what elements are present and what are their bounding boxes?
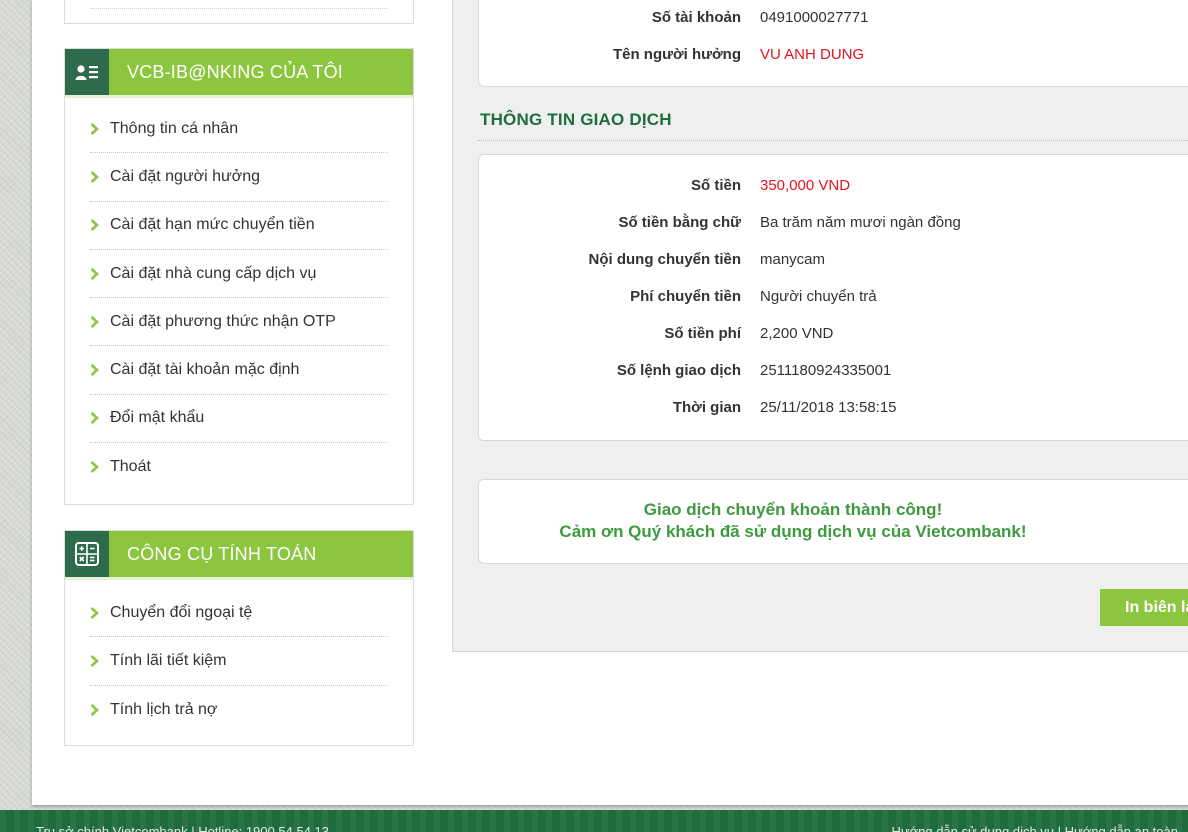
- menu-item-label: Đổi mật khẩu: [110, 409, 205, 427]
- account-number-label: Số tài khoản: [651, 9, 741, 26]
- tools-header: CÔNG CỤ TÍNH TOÁN: [65, 531, 413, 580]
- fee-amount-label: Số tiền phí: [664, 325, 741, 342]
- chevron-right-icon: [90, 219, 99, 232]
- menu-item-label: Cài đặt người hưởng: [110, 167, 261, 185]
- menu-item-label: Tính lãi tiết kiệm: [110, 651, 227, 669]
- tools-title: CÔNG CỤ TÍNH TOÁN: [127, 543, 317, 564]
- amount-words-value: Ba trăm năm mươi ngàn đồng: [760, 214, 961, 231]
- success-line-1: Giao dịch chuyển khoản thành công!: [643, 500, 943, 519]
- success-message-box: Giao dịch chuyển khoản thành công! Cảm ơ…: [478, 479, 1188, 564]
- row-transfer-content: Nội dung chuyển tiền manycam: [479, 251, 1188, 271]
- transfer-fee-label: Phí chuyển tiền: [630, 288, 741, 305]
- transaction-card: Số tiền 350,000 VND Số tiền bằng chữ Ba …: [478, 154, 1188, 441]
- menu-item-otp-method[interactable]: Cài đặt phương thức nhận OTP: [90, 298, 388, 347]
- footer-left-text: Trụ sở chính Vietcombank | Hotline: 1900…: [36, 824, 330, 832]
- chevron-right-icon: [90, 461, 99, 474]
- section-divider: [478, 140, 1188, 141]
- success-line-2: Cảm ơn Quý khách đã sử dụng dịch vụ của …: [559, 522, 1027, 541]
- menu-item-label: Tính lịch trả nợ: [110, 700, 218, 718]
- my-account-header: VCB-IB@NKING CỦA TÔI: [65, 49, 413, 98]
- my-account-menu: Thông tin cá nhân Cài đặt người hưởng Cà…: [65, 95, 413, 501]
- footer-right-links[interactable]: Hướng dẫn sử dụng dịch vụ | Hướng dẫn an…: [892, 824, 1179, 832]
- row-transaction-number: Số lệnh giao dịch 2511180924335001: [479, 362, 1188, 382]
- chevron-right-icon: [90, 654, 99, 667]
- beneficiary-card: Số tài khoản 0491000027771 Tên người hưở…: [478, 0, 1188, 87]
- chevron-right-icon: [90, 267, 99, 280]
- menu-item-transfer-limit[interactable]: Cài đặt hạn mức chuyển tiền: [90, 202, 388, 250]
- menu-item-change-password[interactable]: Đổi mật khẩu: [90, 395, 388, 444]
- chevron-right-icon: [90, 315, 99, 328]
- menu-item-service-provider[interactable]: Cài đặt nhà cung cấp dịch vụ: [90, 250, 388, 299]
- my-account-title: VCB-IB@NKING CỦA TÔI: [127, 61, 343, 82]
- transaction-number-value: 2511180924335001: [760, 362, 892, 379]
- menu-item-label: Thoát: [110, 458, 151, 476]
- menu-item-label: Chuyển đổi ngoại tệ: [110, 603, 253, 621]
- amount-label: Số tiền: [690, 177, 741, 194]
- transfer-fee-value: Người chuyển trả: [760, 288, 877, 305]
- row-beneficiary-name: Tên người hưởng VU ANH DUNG: [479, 46, 1188, 66]
- chevron-right-icon: [90, 703, 99, 716]
- menu-item-label: Cài đặt nhà cung cấp dịch vụ: [110, 264, 317, 282]
- menu-item-default-account[interactable]: Cài đặt tài khoản mặc định: [90, 346, 388, 395]
- transfer-content-label: Nội dung chuyển tiền: [588, 251, 742, 268]
- previous-box-bottom: [64, 0, 414, 24]
- menu-item-currency-exchange[interactable]: Chuyển đổi ngoại tệ: [90, 589, 388, 638]
- amount-words-label: Số tiền bằng chữ: [618, 214, 741, 231]
- footer: Trụ sở chính Vietcombank | Hotline: 1900…: [0, 810, 1188, 832]
- my-account-box: VCB-IB@NKING CỦA TÔI Thông tin cá nhân C…: [64, 48, 414, 505]
- menu-item-beneficiary-settings[interactable]: Cài đặt người hưởng: [90, 153, 388, 202]
- row-amount: Số tiền 350,000 VND: [479, 177, 1188, 197]
- row-time: Thời gian 25/11/2018 13:58:15: [479, 399, 1188, 419]
- beneficiary-name-value: VU ANH DUNG: [760, 46, 865, 63]
- beneficiary-name-label: Tên người hưởng: [612, 46, 741, 63]
- menu-item-label: Thông tin cá nhân: [110, 119, 239, 137]
- print-receipt-button[interactable]: In biên lai: [1100, 589, 1188, 626]
- row-transfer-fee: Phí chuyển tiền Người chuyển trả: [479, 288, 1188, 308]
- menu-item-repayment-schedule[interactable]: Tính lịch trả nợ: [90, 686, 388, 734]
- chevron-right-icon: [90, 606, 99, 619]
- chevron-right-icon: [90, 412, 99, 425]
- chevron-right-icon: [90, 170, 99, 183]
- transaction-section-title: THÔNG TIN GIAO DỊCH: [480, 110, 672, 129]
- chevron-right-icon: [90, 364, 99, 377]
- menu-item-savings-interest[interactable]: Tính lãi tiết kiệm: [90, 637, 388, 686]
- menu-item-label: Cài đặt tài khoản mặc định: [110, 361, 300, 379]
- fee-amount-value: 2,200 VND: [760, 325, 834, 342]
- time-label: Thời gian: [672, 399, 741, 416]
- transaction-number-label: Số lệnh giao dịch: [616, 362, 741, 379]
- user-card-icon: [65, 49, 109, 95]
- amount-value: 350,000 VND: [760, 177, 851, 194]
- calculator-icon: [65, 531, 109, 577]
- chevron-right-icon: [90, 122, 99, 135]
- menu-item-label: Cài đặt hạn mức chuyển tiền: [110, 216, 315, 234]
- row-amount-in-words: Số tiền bằng chữ Ba trăm năm mươi ngàn đ…: [479, 214, 1188, 234]
- row-fee-amount: Số tiền phí 2,200 VND: [479, 325, 1188, 345]
- menu-item-logout[interactable]: Thoát: [90, 443, 388, 491]
- transfer-content-value: manycam: [760, 251, 826, 268]
- menu-item-personal-info[interactable]: Thông tin cá nhân: [90, 105, 388, 154]
- time-value: 25/11/2018 13:58:15: [760, 399, 897, 416]
- account-number-value: 0491000027771: [760, 9, 869, 26]
- menu-item-label: Cài đặt phương thức nhận OTP: [110, 312, 336, 330]
- tools-box: CÔNG CỤ TÍNH TOÁN Chuyển đổi ngoại tệ Tí…: [64, 530, 414, 746]
- row-account-number: Số tài khoản 0491000027771: [479, 9, 1188, 29]
- tools-menu: Chuyển đổi ngoại tệ Tính lãi tiết kiệm T…: [65, 577, 413, 744]
